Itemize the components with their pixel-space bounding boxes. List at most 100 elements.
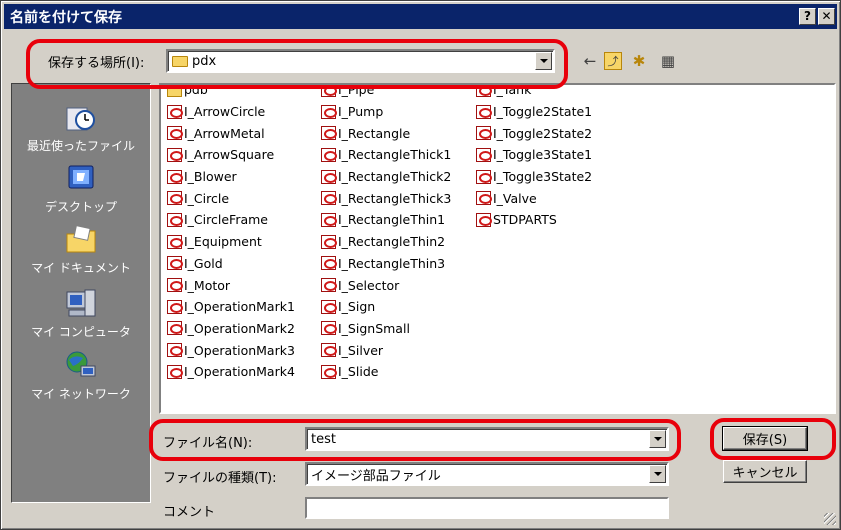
part-file-icon xyxy=(321,364,337,379)
list-item[interactable]: I_ArrowSquare xyxy=(167,144,295,166)
list-item[interactable]: pdb xyxy=(167,85,295,101)
title-bar[interactable]: 名前を付けて保存 ? ✕ xyxy=(4,4,837,29)
save-button[interactable]: 保存(S) xyxy=(722,426,808,451)
part-file-icon xyxy=(167,191,183,206)
part-file-icon xyxy=(476,212,492,227)
filetype-select[interactable]: イメージ部品ファイル xyxy=(305,462,669,486)
list-item[interactable]: I_RectangleThick2 xyxy=(321,166,451,188)
part-file-icon xyxy=(167,126,183,141)
view-menu-icon[interactable]: ▦ xyxy=(656,52,680,70)
list-item[interactable]: I_RectangleThin3 xyxy=(321,253,451,275)
resize-grip[interactable] xyxy=(824,513,836,525)
place-my-network[interactable]: マイ ネットワーク xyxy=(12,350,150,402)
list-item[interactable]: I_OperationMark4 xyxy=(167,361,295,383)
my-network-icon xyxy=(63,350,99,382)
part-file-icon xyxy=(321,147,337,162)
list-item[interactable]: I_Blower xyxy=(167,166,295,188)
list-item[interactable]: I_Circle xyxy=(167,187,295,209)
comment-label: コメント xyxy=(163,505,216,520)
list-item[interactable]: I_RectangleThin2 xyxy=(321,231,451,253)
list-item[interactable]: I_RectangleThick3 xyxy=(321,187,451,209)
list-item[interactable]: I_Toggle2State2 xyxy=(476,122,592,144)
part-file-icon xyxy=(476,126,492,141)
filename-combo[interactable]: test xyxy=(305,427,669,451)
file-column-1: pdb I_ArrowCircle I_ArrowMetal I_ArrowSq… xyxy=(167,85,295,383)
part-file-icon xyxy=(167,321,183,336)
part-file-icon xyxy=(321,321,337,336)
file-list[interactable]: pdb I_ArrowCircle I_ArrowMetal I_ArrowSq… xyxy=(159,83,836,414)
location-value: pdx xyxy=(192,53,217,69)
part-file-icon xyxy=(167,212,183,227)
my-computer-icon xyxy=(63,288,99,320)
list-item[interactable]: I_CircleFrame xyxy=(167,209,295,231)
my-documents-icon xyxy=(63,224,99,256)
list-item[interactable]: I_SignSmall xyxy=(321,318,451,340)
list-item[interactable]: I_OperationMark2 xyxy=(167,318,295,340)
file-column-2: I_Pipe I_Pump I_Rectangle I_RectangleThi… xyxy=(321,85,451,383)
place-recent[interactable]: 最近使ったファイル xyxy=(12,102,150,154)
part-file-icon xyxy=(476,191,492,206)
list-item[interactable]: I_Pipe xyxy=(321,85,451,101)
list-item[interactable]: I_Tank xyxy=(476,85,592,101)
part-file-icon xyxy=(321,85,337,97)
list-item[interactable]: I_Rectangle xyxy=(321,122,451,144)
location-combo[interactable]: pdx xyxy=(166,49,555,73)
part-file-icon xyxy=(321,169,337,184)
list-item[interactable]: I_Valve xyxy=(476,187,592,209)
list-item[interactable]: I_ArrowCircle xyxy=(167,101,295,123)
save-as-dialog: 名前を付けて保存 ? ✕ 保存する場所(I): pdx ← ⤴ ✱ ▦ 最近使っ… xyxy=(0,0,841,530)
list-item[interactable]: I_Motor xyxy=(167,274,295,296)
new-folder-icon[interactable]: ✱ xyxy=(630,52,648,70)
help-button[interactable]: ? xyxy=(799,8,816,25)
recent-icon xyxy=(63,102,99,134)
part-file-icon xyxy=(167,234,183,249)
list-item[interactable]: I_OperationMark3 xyxy=(167,339,295,361)
list-item[interactable]: I_Gold xyxy=(167,253,295,275)
part-file-icon xyxy=(167,256,183,271)
list-item[interactable]: I_Pump xyxy=(321,101,451,123)
folder-icon xyxy=(172,55,188,67)
part-file-icon xyxy=(321,104,337,119)
up-folder-icon[interactable]: ⤴ xyxy=(604,52,622,70)
part-file-icon xyxy=(321,278,337,293)
list-item[interactable]: STDPARTS xyxy=(476,209,592,231)
place-label: 最近使ったファイル xyxy=(26,139,135,153)
list-item[interactable]: I_OperationMark1 xyxy=(167,296,295,318)
part-file-icon xyxy=(476,169,492,184)
list-item[interactable]: I_Selector xyxy=(321,274,451,296)
chevron-down-icon[interactable] xyxy=(535,52,552,70)
back-icon[interactable]: ← xyxy=(581,52,599,70)
part-file-icon xyxy=(167,147,183,162)
part-file-icon xyxy=(321,343,337,358)
filetype-label: ファイルの種類(T): xyxy=(163,471,277,486)
part-file-icon xyxy=(167,364,183,379)
list-item[interactable]: I_Slide xyxy=(321,361,451,383)
list-item[interactable]: I_Toggle3State1 xyxy=(476,144,592,166)
place-my-computer[interactable]: マイ コンピュータ xyxy=(12,288,150,340)
part-file-icon xyxy=(476,104,492,119)
filename-label: ファイル名(N): xyxy=(163,436,253,451)
list-item[interactable]: I_Equipment xyxy=(167,231,295,253)
close-button[interactable]: ✕ xyxy=(818,8,835,25)
chevron-down-icon[interactable] xyxy=(649,465,666,483)
part-file-icon xyxy=(167,299,183,314)
list-item[interactable]: I_Silver xyxy=(321,339,451,361)
list-item[interactable]: I_Toggle2State1 xyxy=(476,101,592,123)
part-file-icon xyxy=(321,191,337,206)
list-item[interactable]: I_ArrowMetal xyxy=(167,122,295,144)
place-my-documents[interactable]: マイ ドキュメント xyxy=(12,224,150,276)
chevron-down-icon[interactable] xyxy=(649,430,666,448)
places-bar: 最近使ったファイル デスクトップ マイ ドキュメント マイ コンピュータ マイ … xyxy=(11,83,151,503)
list-item[interactable]: I_RectangleThick1 xyxy=(321,144,451,166)
part-file-icon xyxy=(167,343,183,358)
place-label: デスクトップ xyxy=(44,200,117,214)
list-item[interactable]: I_Sign xyxy=(321,296,451,318)
list-item[interactable]: I_Toggle3State2 xyxy=(476,166,592,188)
cancel-button[interactable]: キャンセル xyxy=(723,460,807,483)
filename-input[interactable]: test xyxy=(307,432,649,447)
part-file-icon xyxy=(321,299,337,314)
part-file-icon xyxy=(321,126,337,141)
list-item[interactable]: I_RectangleThin1 xyxy=(321,209,451,231)
place-desktop[interactable]: デスクトップ xyxy=(12,163,150,215)
comment-input[interactable] xyxy=(305,497,669,519)
